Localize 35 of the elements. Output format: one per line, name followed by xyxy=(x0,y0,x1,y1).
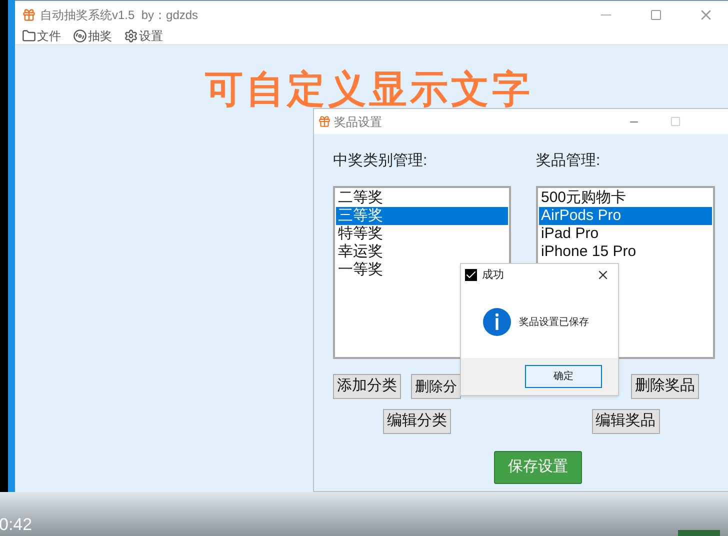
window-title: 自动抽奖系统v1.5 by：gdzds xyxy=(40,6,198,24)
dialog-title: 奖品设置 xyxy=(334,114,382,130)
folder-icon xyxy=(22,29,36,43)
button[interactable]: 删除分 xyxy=(411,374,461,399)
prize-label: 奖品管理: xyxy=(536,151,602,171)
close-icon[interactable] xyxy=(596,268,610,282)
list-item[interactable]: 500元购物卡 xyxy=(539,189,712,207)
maximize-icon[interactable] xyxy=(650,8,662,20)
gift-icon xyxy=(22,8,36,22)
menu-item[interactable]: 设置 xyxy=(124,27,163,45)
dialog-title: 成功 xyxy=(482,268,504,283)
button[interactable]: 删除奖品 xyxy=(631,374,699,399)
menu-item[interactable]: 文件 xyxy=(22,27,61,45)
message-text: 奖品设置已保存 xyxy=(519,316,589,330)
list-item[interactable]: AirPods Pro xyxy=(539,207,712,225)
list-item[interactable]: 幸运奖 xyxy=(336,243,508,261)
ok-button[interactable]: 确定 xyxy=(525,365,602,388)
menu-item[interactable]: 抽奖 xyxy=(73,27,112,45)
list-item[interactable]: 特等奖 xyxy=(336,225,508,243)
button[interactable]: 添加分类 xyxy=(333,374,401,399)
list-item[interactable]: iPad Pro xyxy=(539,225,712,243)
list-item[interactable]: 二等奖 xyxy=(336,189,508,207)
category-label: 中奖类别管理: xyxy=(333,151,428,171)
video-time: 0:42 xyxy=(0,515,32,536)
info-icon xyxy=(483,308,511,336)
check-icon xyxy=(465,269,477,281)
button[interactable]: 编辑分类 xyxy=(383,409,451,434)
disc-icon xyxy=(73,29,87,43)
list-item[interactable]: iPhone 15 Pro xyxy=(539,243,712,261)
settings-icon xyxy=(124,29,138,43)
maximize-icon[interactable] xyxy=(670,116,681,127)
list-item[interactable]: 三等奖 xyxy=(336,207,508,225)
button[interactable]: 编辑奖品 xyxy=(592,409,660,434)
gift-icon xyxy=(318,115,331,128)
progress-marker xyxy=(678,530,720,536)
